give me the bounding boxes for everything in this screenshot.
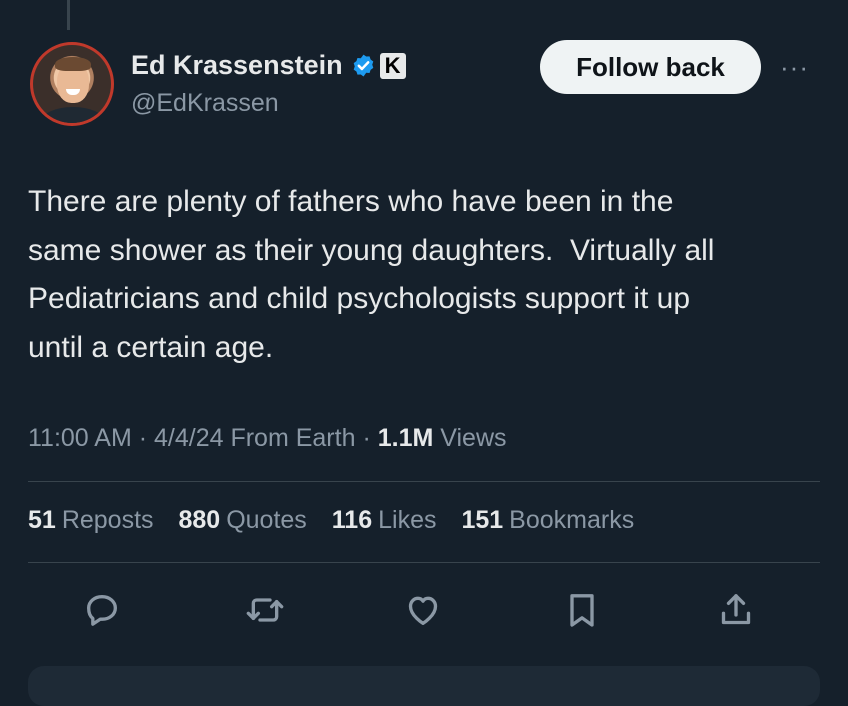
affiliate-badge-icon: K <box>379 52 406 79</box>
bookmark-button[interactable] <box>560 588 604 632</box>
engagement-stats: 51 Reposts 880 Quotes 116 Likes 151 Bookmark… <box>28 506 652 535</box>
like-button[interactable] <box>401 588 445 632</box>
views-count: 1.1M <box>377 424 434 452</box>
tweet-time[interactable]: 11:00 AM <box>28 424 132 452</box>
meta-separator: · <box>131 424 154 452</box>
author-display-name[interactable]: Ed Krassenstein <box>131 50 343 81</box>
verified-badge-icon <box>353 54 373 77</box>
bookmarks-stat[interactable]: 151 Bookmarks <box>461 506 634 535</box>
heart-icon <box>408 596 438 625</box>
divider <box>28 481 820 482</box>
author-name-row: Ed Krassenstein K <box>131 50 406 81</box>
reply-icon <box>87 595 118 626</box>
meta-separator: · <box>355 424 378 452</box>
repost-icon <box>246 598 284 622</box>
views-label: Views <box>433 424 507 452</box>
divider <box>28 562 820 563</box>
reply-button[interactable] <box>80 588 124 632</box>
follow-back-button[interactable]: Follow back <box>540 40 761 94</box>
reply-composer-bar[interactable] <box>28 666 820 706</box>
share-icon <box>721 594 751 625</box>
tweet-actions <box>0 588 848 634</box>
tweet-date[interactable]: 4/4/24 <box>154 424 224 452</box>
author-handle[interactable]: @EdKrassen <box>131 89 279 118</box>
likes-stat[interactable]: 116 Likes <box>332 506 437 535</box>
bookmark-icon <box>570 594 594 627</box>
quotes-stat[interactable]: 880 Quotes <box>178 506 306 535</box>
tweet-location: From Earth <box>223 424 356 452</box>
more-options-icon[interactable]: ··· <box>780 52 809 83</box>
avatar[interactable] <box>30 42 114 126</box>
tweet-text: There are plenty of fathers who have bee… <box>28 185 715 364</box>
tweet-metadata: 11:00 AM · 4/4/24 From Earth · 1.1M View… <box>28 424 507 453</box>
share-button[interactable] <box>714 588 758 632</box>
thread-connector-line <box>67 0 70 30</box>
repost-button[interactable] <box>243 588 287 632</box>
reposts-stat[interactable]: 51 Reposts <box>28 506 154 535</box>
